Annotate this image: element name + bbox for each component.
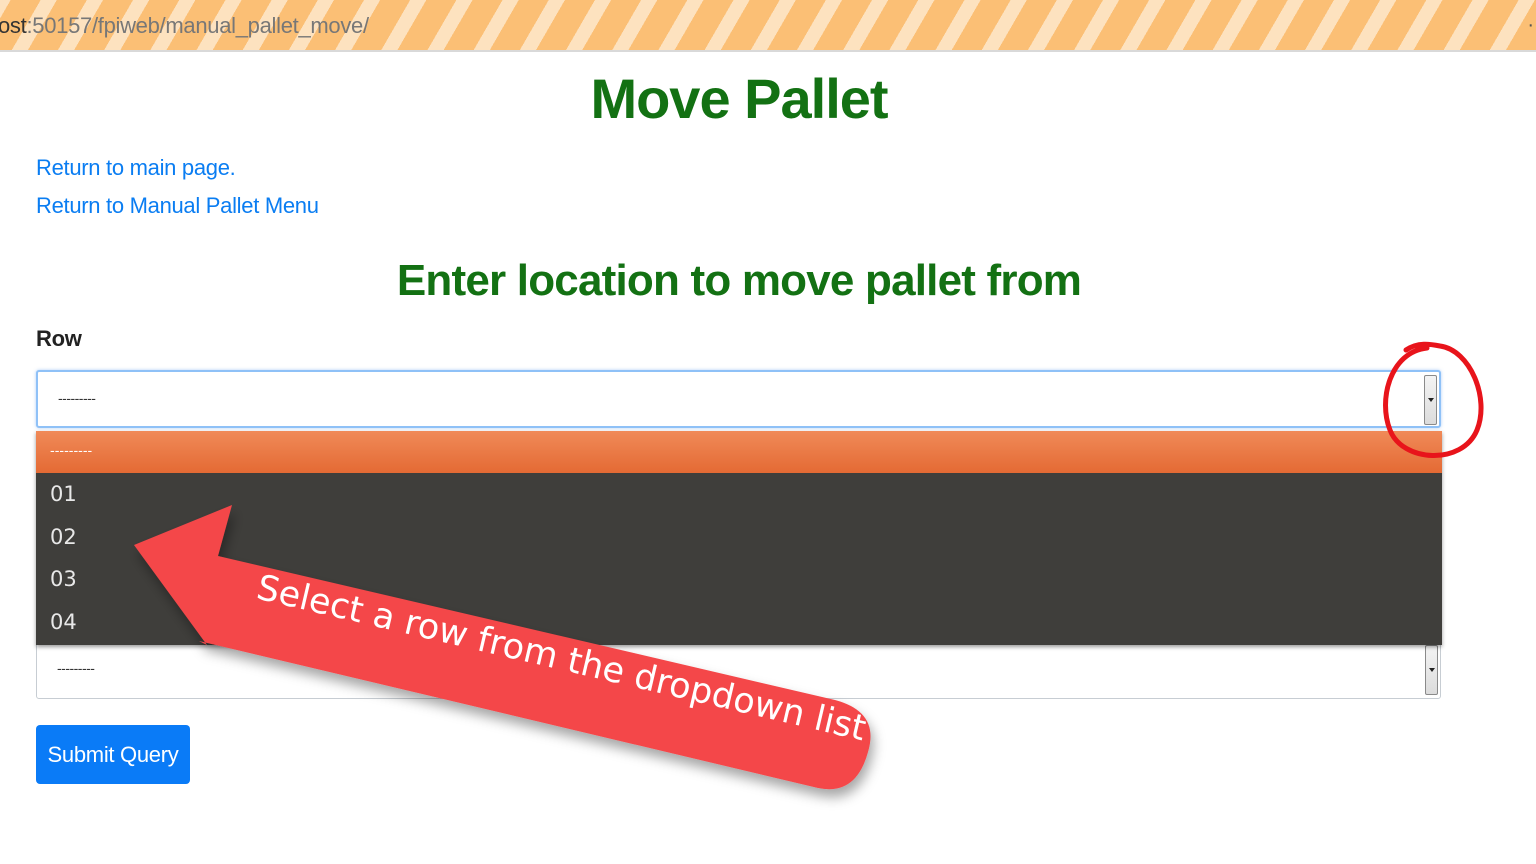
dropdown-option[interactable]: 01 bbox=[36, 473, 1442, 515]
row-select[interactable]: --------- bbox=[36, 370, 1441, 428]
url-text[interactable]: ost:50157/fpiweb/manual_pallet_move/ bbox=[0, 13, 369, 39]
second-select[interactable]: --------- bbox=[36, 641, 1441, 699]
row-select-value: --------- bbox=[58, 390, 96, 406]
return-menu-link[interactable]: Return to Manual Pallet Menu bbox=[36, 193, 319, 219]
more-icon[interactable]: · bbox=[1527, 14, 1534, 37]
return-main-link[interactable]: Return to main page. bbox=[36, 155, 236, 181]
dropdown-option[interactable]: 04 bbox=[36, 601, 1442, 643]
page-title: Move Pallet bbox=[590, 67, 888, 130]
url-host: ost bbox=[0, 13, 27, 38]
section-heading: Enter location to move pallet from bbox=[396, 256, 1082, 305]
page: ost:50157/fpiweb/manual_pallet_move/ · M… bbox=[0, 0, 1536, 864]
row-dropdown-list[interactable]: --------- 01 02 03 04 bbox=[36, 431, 1442, 645]
row-label: Row bbox=[36, 326, 82, 351]
chevron-down-icon[interactable] bbox=[1425, 645, 1438, 695]
chevron-down-icon[interactable] bbox=[1424, 375, 1437, 425]
dropdown-option[interactable]: --------- bbox=[36, 431, 1442, 473]
address-bar[interactable]: ost:50157/fpiweb/manual_pallet_move/ · bbox=[0, 0, 1536, 52]
dropdown-option[interactable]: 03 bbox=[36, 558, 1442, 600]
dropdown-option[interactable]: 02 bbox=[36, 516, 1442, 558]
submit-button[interactable]: Submit Query bbox=[36, 725, 190, 784]
url-path: :50157/fpiweb/manual_pallet_move/ bbox=[26, 13, 369, 38]
second-select-value: --------- bbox=[57, 660, 95, 676]
